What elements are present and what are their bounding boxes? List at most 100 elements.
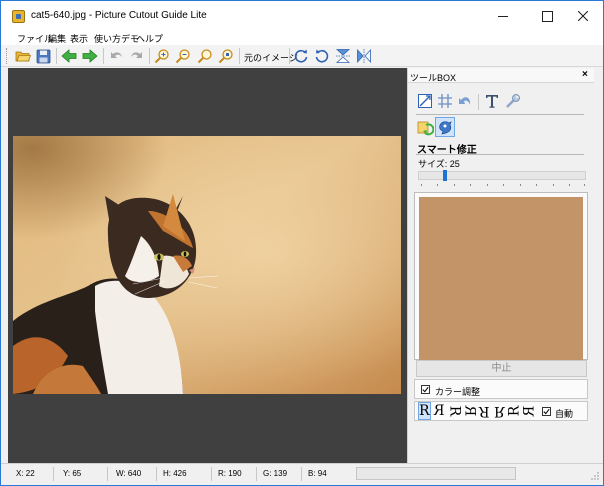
- folder-open-icon: [15, 51, 31, 62]
- back-button[interactable]: [60, 47, 78, 65]
- orientation-rotate-90-button[interactable]: R: [446, 406, 462, 417]
- status-divider: [256, 467, 257, 481]
- app-icon[interactable]: [12, 10, 25, 23]
- status-progress-bar: [356, 467, 516, 480]
- orientation-mirror-button[interactable]: R: [434, 403, 445, 419]
- flip-horizontal-icon: [357, 48, 371, 64]
- grid-tool-button[interactable]: [436, 92, 454, 110]
- orientation-flip-button[interactable]: R: [494, 403, 505, 419]
- orientation-rotate-270-button[interactable]: R: [506, 406, 522, 417]
- cat-photo[interactable]: [13, 136, 401, 394]
- menu-bar: ファイル 編集 表示 使い方デモ ヘルプ: [1, 31, 603, 45]
- toolbar-grip[interactable]: [6, 48, 9, 64]
- crop-icon: [418, 94, 432, 108]
- status-green: G: 139: [263, 469, 288, 478]
- orientation-rotate-180-button[interactable]: R: [479, 403, 490, 419]
- color-adjust-row: カラー調整: [414, 379, 588, 399]
- forward-button[interactable]: [81, 47, 99, 65]
- orientation-rotate-270-mirror-button[interactable]: R: [521, 406, 537, 417]
- orientation-rotate-90-mirror-button[interactable]: R: [461, 406, 477, 417]
- status-blue: B: 94: [308, 469, 327, 478]
- auto-label: 自動: [555, 409, 574, 419]
- mode-smart-fix-button[interactable]: [435, 117, 455, 137]
- toolbox-title: ツールBOX: [410, 73, 457, 83]
- smart-fix-icon: [438, 120, 452, 134]
- grid-icon: [438, 94, 452, 108]
- settings-tool-button[interactable]: [504, 92, 522, 110]
- slider-tick: [437, 184, 438, 186]
- image-canvas[interactable]: [8, 68, 407, 463]
- menu-view[interactable]: 表示: [70, 32, 88, 45]
- save-button[interactable]: [34, 47, 52, 65]
- undo-icon: [459, 97, 471, 105]
- redo-icon: [130, 52, 142, 58]
- zoom-actual-button[interactable]: [217, 47, 235, 65]
- close-icon: [578, 11, 588, 21]
- status-height: H: 426: [163, 469, 187, 478]
- app-window: cat5-640.jpg - Picture Cutout Guide Lite…: [0, 0, 604, 486]
- close-button[interactable]: [563, 1, 603, 31]
- title-bar[interactable]: cat5-640.jpg - Picture Cutout Guide Lite: [1, 1, 603, 31]
- arrow-left-icon: [61, 49, 77, 63]
- undo-icon: [110, 52, 122, 58]
- flip-horizontal-button[interactable]: [355, 47, 373, 65]
- color-preview-swatch: [419, 197, 583, 361]
- crop-tool-button[interactable]: [416, 92, 434, 110]
- stop-button[interactable]: 中止: [416, 360, 587, 377]
- status-divider: [53, 467, 54, 481]
- flip-vertical-icon: [335, 49, 351, 63]
- window-title: cat5-640.jpg - Picture Cutout Guide Lite: [31, 10, 207, 21]
- text-tool-button[interactable]: [483, 92, 501, 110]
- color-preview-frame: [414, 192, 588, 361]
- zoom-out-icon: [175, 49, 190, 64]
- undo-button[interactable]: [107, 47, 125, 65]
- status-divider: [156, 467, 157, 481]
- toolbar-separator: [289, 48, 290, 64]
- slider-tick: [520, 184, 521, 186]
- zoom-in-button[interactable]: [153, 47, 171, 65]
- zoom-fit-button[interactable]: [196, 47, 214, 65]
- resize-grip-icon[interactable]: [591, 472, 599, 480]
- orientation-normal-button[interactable]: R: [418, 402, 431, 420]
- status-x: X: 22: [16, 469, 35, 478]
- zoom-actual-icon: [218, 49, 233, 64]
- slider-tick: [584, 184, 585, 186]
- mode-refresh-button[interactable]: [416, 118, 434, 136]
- wrench-icon: [506, 94, 520, 108]
- maximize-button[interactable]: [527, 1, 567, 31]
- rotate-cw-icon: [294, 49, 308, 63]
- slider-tick: [454, 184, 455, 186]
- open-button[interactable]: [14, 47, 32, 65]
- text-icon: [486, 95, 498, 108]
- menu-demo[interactable]: 使い方デモ: [94, 32, 139, 45]
- undo-tool-button[interactable]: [456, 92, 474, 110]
- rotate-left-button[interactable]: [313, 47, 331, 65]
- status-divider: [107, 467, 108, 481]
- auto-checkbox[interactable]: [542, 407, 551, 416]
- toolbox-close-button[interactable]: ×: [582, 69, 588, 80]
- status-bar: X: 22 Y: 65 W: 640 H: 426 R: 190 G: 139 …: [1, 463, 603, 485]
- brush-size-slider-thumb[interactable]: [443, 170, 447, 181]
- status-width: W: 640: [116, 469, 142, 478]
- rotate-ccw-icon: [315, 49, 329, 63]
- zoom-out-button[interactable]: [174, 47, 192, 65]
- color-adjust-checkbox[interactable]: [421, 385, 430, 394]
- checkmark-icon: [543, 408, 550, 415]
- arrow-right-icon: [82, 49, 98, 63]
- toolbar-separator: [56, 48, 57, 64]
- save-icon: [36, 49, 50, 63]
- cat-photo-image: [13, 136, 401, 394]
- flip-vertical-button[interactable]: [334, 47, 352, 65]
- menu-help[interactable]: ヘルプ: [136, 32, 163, 45]
- redo-button[interactable]: [127, 47, 145, 65]
- panel-divider: [416, 154, 584, 155]
- toolbox-panel: ツールBOX × スマート修正 サイズ: 25 中止 カラー調整 R R R R…: [407, 68, 594, 463]
- toolbar-separator: [149, 48, 150, 64]
- panel-divider: [416, 114, 584, 115]
- minimize-button[interactable]: [483, 1, 523, 31]
- menu-edit[interactable]: 編集: [48, 32, 66, 45]
- orientation-row: R R R R R R R R 自動: [414, 401, 588, 421]
- rotate-right-button[interactable]: [292, 47, 310, 65]
- zoom-in-icon: [154, 49, 169, 64]
- status-divider: [301, 467, 302, 481]
